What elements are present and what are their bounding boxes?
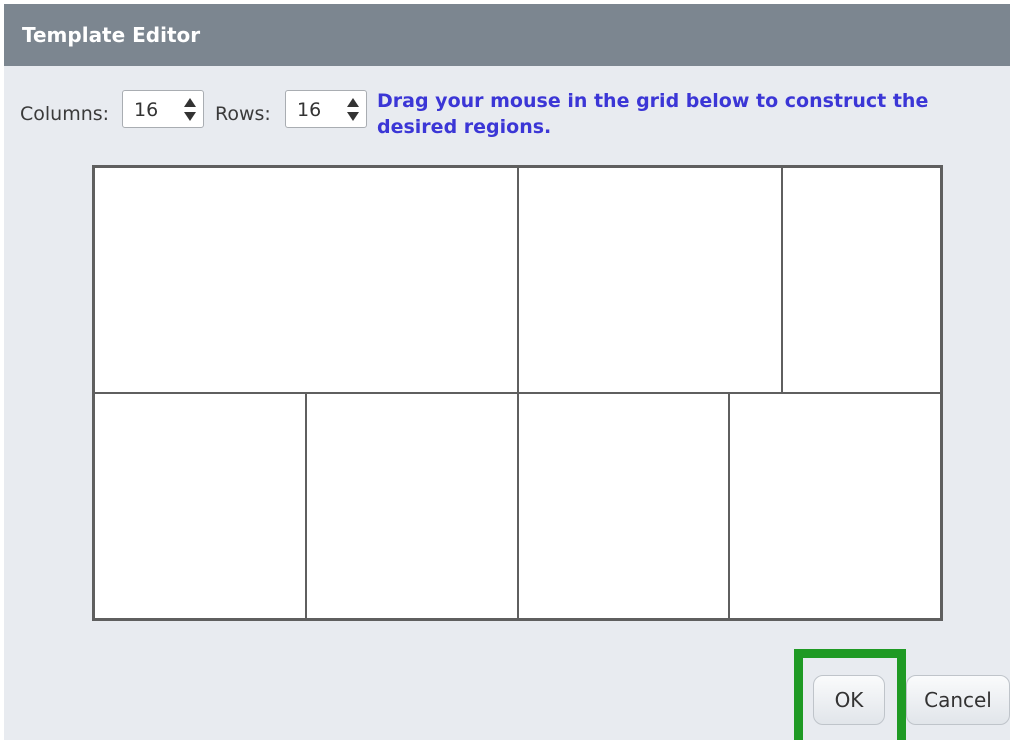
grid-region[interactable] <box>304 392 519 620</box>
rows-value[interactable]: 16 <box>297 99 321 121</box>
region-grid[interactable] <box>92 165 943 621</box>
grid-instruction-text: Drag your mouse in the grid below to con… <box>377 90 929 138</box>
ok-button-highlight <box>794 649 906 740</box>
template-editor-dialog: Template Editor Columns: 16 Rows: 16 Dra… <box>4 4 1010 740</box>
spin-down-icon[interactable] <box>184 112 196 121</box>
title-bar: Template Editor <box>4 4 1010 66</box>
rows-label: Rows: <box>215 103 271 125</box>
grid-region[interactable] <box>516 392 731 620</box>
columns-label: Columns: <box>20 103 110 125</box>
grid-region[interactable] <box>516 166 784 394</box>
grid-region[interactable] <box>93 166 519 394</box>
rows-spinner[interactable]: 16 <box>285 90 367 128</box>
spin-down-icon[interactable] <box>347 112 359 121</box>
grid-region[interactable] <box>781 166 942 394</box>
columns-spin-arrows[interactable] <box>183 98 197 122</box>
spin-up-icon[interactable] <box>184 98 196 107</box>
grid-region[interactable] <box>728 392 942 620</box>
cancel-button[interactable]: Cancel <box>906 675 1010 725</box>
columns-spinner[interactable]: 16 <box>122 90 204 128</box>
grid-region[interactable] <box>93 392 307 620</box>
dialog-title: Template Editor <box>22 23 201 47</box>
columns-value[interactable]: 16 <box>134 99 158 121</box>
rows-spin-arrows[interactable] <box>346 98 360 122</box>
spin-up-icon[interactable] <box>347 98 359 107</box>
